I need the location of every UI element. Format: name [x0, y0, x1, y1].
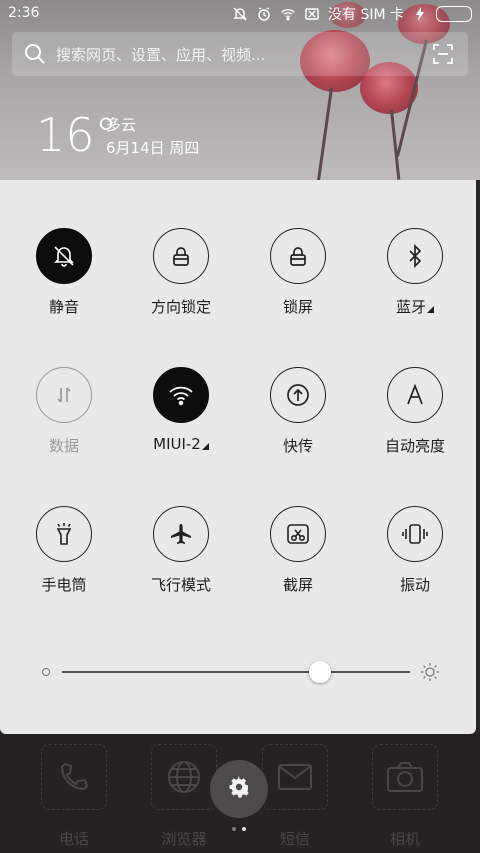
bluetooth-icon [387, 228, 443, 284]
toggle-silent[interactable]: 静音 [6, 228, 122, 317]
toggle-rotation-lock[interactable]: 方向锁定 [123, 228, 239, 317]
auto-brightness-icon [387, 367, 443, 423]
toggle-mobile-data[interactable]: 数据 [6, 367, 122, 456]
toggle-label: MIUI-2 [153, 435, 201, 453]
toggle-auto-brightness[interactable]: 自动亮度 [357, 367, 473, 456]
transfer-icon [270, 367, 326, 423]
settings-button[interactable] [210, 760, 268, 818]
toggle-label: 蓝牙 [395, 298, 426, 316]
status-time: 2:36 [8, 5, 40, 21]
battery-icon [436, 6, 472, 22]
brightness-track[interactable] [62, 671, 410, 673]
message-icon [262, 744, 328, 810]
toggle-label: 方向锁定 [150, 298, 211, 316]
alarm-icon [256, 6, 272, 22]
silent-icon [232, 6, 248, 22]
toggle-label: 数据 [48, 437, 79, 455]
dock-label: 短信 [279, 830, 310, 848]
brightness-slider[interactable] [42, 661, 440, 683]
toggle-bluetooth[interactable]: 蓝牙 [357, 228, 473, 317]
browser-icon [151, 744, 217, 810]
status-bar: 2:36 没有 SIM 卡 [0, 0, 480, 28]
toggle-flashlight[interactable]: 手电筒 [6, 506, 122, 595]
toggle-label: 手电筒 [41, 576, 87, 594]
page-dot-active [242, 827, 246, 831]
dock-app-camera[interactable]: 相机 [365, 744, 445, 849]
vibrate-icon [387, 506, 443, 562]
screenshot-icon [270, 506, 326, 562]
lock-icon [153, 228, 209, 284]
search-placeholder[interactable]: 搜索网页、设置、应用、视频... [56, 44, 432, 65]
toggle-label: 飞行模式 [150, 576, 211, 594]
dock-label: 电话 [58, 830, 89, 848]
quick-settings-panel: 静音 方向锁定 锁屏 蓝牙 数据 MIUI-2 快传 自动亮度 手电筒 飞行模式… [0, 180, 476, 734]
toggle-label: 截屏 [282, 576, 313, 594]
page-indicator [232, 827, 246, 831]
carrier-text: 没有 SIM 卡 [328, 7, 404, 23]
no-sim-icon [304, 6, 320, 22]
charging-icon [412, 6, 428, 22]
page-dot [232, 827, 236, 831]
toggle-vibrate[interactable]: 振动 [357, 506, 473, 595]
weather-condition: 多云 [106, 116, 137, 134]
lock-icon [270, 228, 326, 284]
flashlight-icon [36, 506, 92, 562]
toggle-label: 静音 [48, 298, 79, 316]
toggle-wifi[interactable]: MIUI-2 [123, 367, 239, 453]
dock-app-phone[interactable]: 电话 [34, 744, 114, 849]
phone-icon [41, 744, 107, 810]
wifi-icon [153, 367, 209, 423]
wifi-icon [280, 6, 296, 22]
silent-icon [36, 228, 92, 284]
toggle-label: 快传 [282, 437, 313, 455]
brightness-high-icon [420, 662, 440, 682]
brightness-low-icon [42, 668, 50, 676]
toggle-airplane-mode[interactable]: 飞行模式 [123, 506, 239, 595]
expand-indicator-icon [201, 443, 209, 450]
toggle-lock-screen[interactable]: 锁屏 [240, 228, 356, 317]
search-icon [24, 43, 46, 65]
camera-icon [372, 744, 438, 810]
toggle-label: 振动 [399, 576, 430, 594]
search-bar[interactable]: 搜索网页、设置、应用、视频... [12, 32, 468, 76]
scan-icon[interactable] [432, 43, 454, 65]
dock-label: 浏览器 [161, 830, 207, 848]
expand-indicator-icon [427, 306, 434, 313]
airplane-icon [153, 506, 209, 562]
toggle-label: 锁屏 [282, 298, 313, 316]
toggle-label: 自动亮度 [384, 437, 445, 455]
brightness-thumb[interactable] [308, 661, 331, 683]
dock-label: 相机 [389, 830, 420, 848]
toggle-quick-transfer[interactable]: 快传 [240, 367, 356, 456]
data-icon [36, 367, 92, 423]
gear-icon [227, 775, 251, 803]
weather-date: 6月14日 周四 [106, 139, 200, 157]
toggle-screenshot[interactable]: 截屏 [240, 506, 356, 595]
